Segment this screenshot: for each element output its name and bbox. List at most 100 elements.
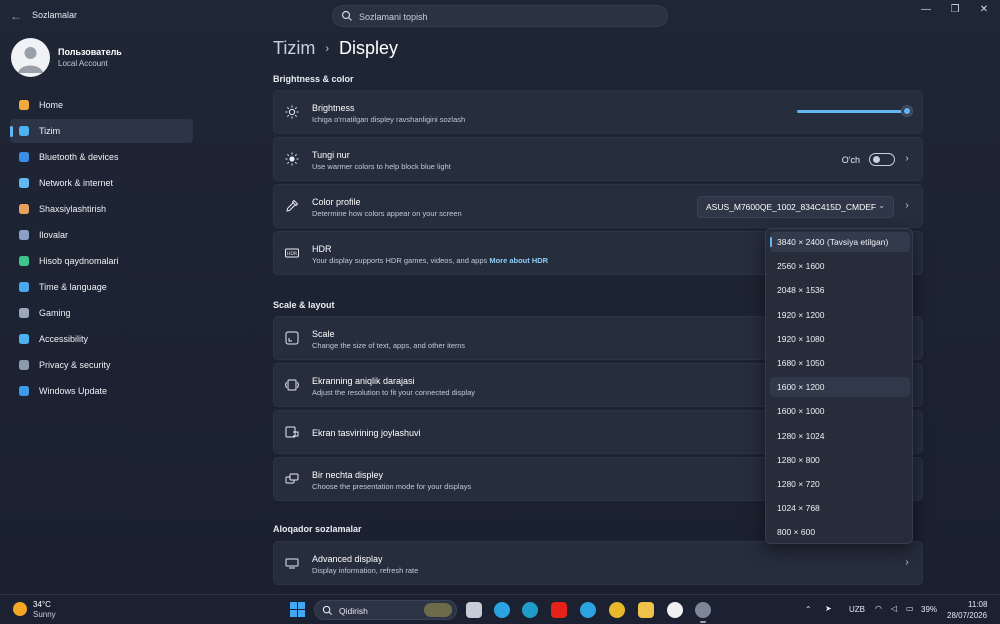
night-light-state: O'ch	[841, 155, 860, 165]
sidebar-item-label: Time & language	[39, 282, 107, 292]
color-profile-card: Color profile Determine how colors appea…	[273, 184, 923, 228]
sidebar-item-shaxsiylashtirish[interactable]: Shaxsiylashtirish	[10, 197, 193, 221]
battery-icon[interactable]: ▭	[906, 604, 914, 613]
search-highlight-icon	[424, 603, 452, 617]
title-bar: ← Sozlamalar — ❐ ✕	[0, 0, 1000, 32]
hdr-title: HDR	[312, 244, 332, 254]
weather-temperature[interactable]: 34°C	[33, 600, 51, 609]
telegram-desktop-icon[interactable]	[580, 602, 596, 618]
chevron-right-icon[interactable]: ›	[903, 200, 911, 212]
wifi-icon[interactable]: ◠	[875, 604, 882, 613]
clock-date[interactable]: 28/07/2026	[947, 611, 987, 620]
resolution-option-label: 800 × 600	[777, 527, 816, 538]
section-related-settings: Aloqador sozlamalar	[273, 524, 362, 534]
sidebar-item-label: Network & internet	[39, 178, 114, 188]
task-view-icon[interactable]	[466, 602, 482, 618]
globe-icon	[17, 280, 31, 294]
more-about-hdr-link[interactable]: More about HDR	[489, 256, 548, 265]
resolution-option[interactable]: 1920 × 1200	[770, 305, 910, 325]
weather-description[interactable]: Sunny	[33, 610, 56, 619]
settings-gear-icon[interactable]	[695, 602, 711, 623]
section-scale-layout: Scale & layout	[273, 300, 335, 310]
scale-subtitle: Change the size of text, apps, and other…	[312, 341, 466, 350]
resolution-option-label: 3840 × 2400 (Tavsiya etilgan)	[777, 237, 889, 247]
sun-weather-icon[interactable]	[13, 602, 27, 616]
sidebar-item-home[interactable]: Home	[10, 93, 193, 117]
yandex-browser-icon[interactable]	[667, 602, 683, 618]
home-icon	[17, 98, 31, 112]
avatar[interactable]	[11, 38, 50, 77]
chevron-right-icon[interactable]: ›	[903, 557, 911, 569]
sidebar-item-privacy-security[interactable]: Privacy & security	[10, 353, 193, 377]
sidebar-item-time-language[interactable]: Time & language	[10, 275, 193, 299]
advanced-display-subtitle: Display information, refresh rate	[312, 566, 419, 575]
multiple-displays-subtitle: Choose the presentation mode for your di…	[312, 482, 472, 491]
telegram-icon[interactable]	[494, 602, 510, 618]
chrome-icon[interactable]	[609, 602, 625, 618]
sidebar-item-accessibility[interactable]: Accessibility	[10, 327, 193, 351]
brightness-card: Brightness Ichiga o'rnatilgan displey ra…	[273, 90, 923, 134]
breadcrumb-parent[interactable]: Tizim	[273, 38, 315, 59]
resolution-option-label: 1920 × 1200	[777, 309, 825, 320]
scale-title: Scale	[312, 329, 335, 339]
close-button[interactable]: ✕	[970, 4, 998, 18]
sidebar-item-bluetooth-devices[interactable]: Bluetooth & devices	[10, 145, 193, 169]
sidebar-item-label: Ilovalar	[39, 230, 69, 240]
brightness-slider-track[interactable]	[797, 110, 908, 113]
hdr-icon: HDR	[285, 248, 299, 258]
windows-start-icon[interactable]	[290, 602, 305, 617]
resolution-option[interactable]: 1280 × 720	[770, 474, 910, 494]
sidebar-item-network-internet[interactable]: Network & internet	[10, 171, 193, 195]
battery-percent[interactable]: 39%	[921, 605, 937, 614]
taskbar-search-box[interactable]: Qidirish	[314, 600, 457, 620]
chevron-up-icon[interactable]: ⌃	[805, 605, 812, 614]
sidebar-nav: Home Tizim Bluetooth & devices Network & in…	[10, 93, 193, 405]
sidebar-item-ilovalar[interactable]: Ilovalar	[10, 223, 193, 247]
sidebar-item-label: Gaming	[39, 308, 71, 318]
youtube-icon[interactable]	[551, 602, 567, 618]
maximize-button[interactable]: ❐	[941, 4, 969, 18]
edge-icon[interactable]	[522, 602, 538, 618]
sidebar-item-tizim[interactable]: Tizim	[10, 119, 193, 143]
sidebar-item-hisob-qaydnomalari[interactable]: Hisob qaydnomalari	[10, 249, 193, 273]
resolution-option[interactable]: 1600 × 1200	[770, 377, 910, 398]
back-button[interactable]: ←	[8, 8, 24, 24]
sidebar-item-windows-update[interactable]: Windows Update	[10, 379, 193, 403]
resolution-option[interactable]: 1680 × 1050	[770, 353, 910, 373]
resolution-option[interactable]: 2560 × 1600	[770, 256, 910, 276]
file-explorer-icon[interactable]	[638, 602, 654, 618]
night-light-card[interactable]: Tungi nur Use warmer colors to help bloc…	[273, 137, 923, 181]
input-language[interactable]: UZB	[849, 605, 865, 614]
resolution-option[interactable]: 1024 × 768	[770, 498, 910, 518]
color-profile-dropdown[interactable]: ASUS_M7600QE_1002_834C415D_CMDEF ⌄	[697, 196, 894, 218]
orientation-icon	[285, 426, 299, 438]
breadcrumb: Tizim › Displey	[273, 38, 398, 59]
resolution-option[interactable]: 1600 × 1000	[770, 401, 910, 421]
wifi-icon	[17, 176, 31, 190]
settings-search-input[interactable]	[359, 9, 659, 25]
brightness-subtitle: Ichiga o'rnatilgan displey ravshanligini…	[312, 115, 466, 124]
minimize-button[interactable]: —	[912, 4, 940, 18]
resolution-option-label: 1280 × 800	[777, 454, 820, 465]
resolution-option[interactable]: 1920 × 1080	[770, 329, 910, 349]
resolution-option[interactable]: 2048 × 1536	[770, 280, 910, 300]
sun-icon	[285, 105, 299, 119]
clock-time[interactable]: 11:08	[968, 600, 987, 609]
night-light-toggle[interactable]	[869, 153, 895, 166]
resolution-subtitle: Adjust the resolution to fit your connec…	[312, 388, 476, 397]
resolution-option[interactable]: 3840 × 2400 (Tavsiya etilgan)	[770, 232, 910, 252]
orientation-title: Ekran tasvirining joylashuvi	[312, 428, 421, 438]
resolution-option[interactable]: 1280 × 1024	[770, 426, 910, 446]
chevron-right-icon[interactable]: ›	[903, 153, 911, 165]
resolution-option[interactable]: 1280 × 800	[770, 450, 910, 470]
settings-search-box[interactable]	[332, 5, 668, 27]
app-title: Sozlamalar	[32, 10, 78, 20]
sidebar-item-gaming[interactable]: Gaming	[10, 301, 193, 325]
resolution-dropdown-list: 3840 × 2400 (Tavsiya etilgan) 2560 × 1600…	[765, 228, 913, 544]
location-icon[interactable]: ➤	[825, 604, 832, 613]
brightness-slider-thumb[interactable]	[901, 105, 913, 117]
advanced-display-card[interactable]: Advanced display Display information, re…	[273, 541, 923, 585]
resolution-option[interactable]: 800 × 600	[770, 522, 910, 542]
volume-icon[interactable]: ◁	[891, 604, 897, 613]
gamepad-icon	[17, 306, 31, 320]
